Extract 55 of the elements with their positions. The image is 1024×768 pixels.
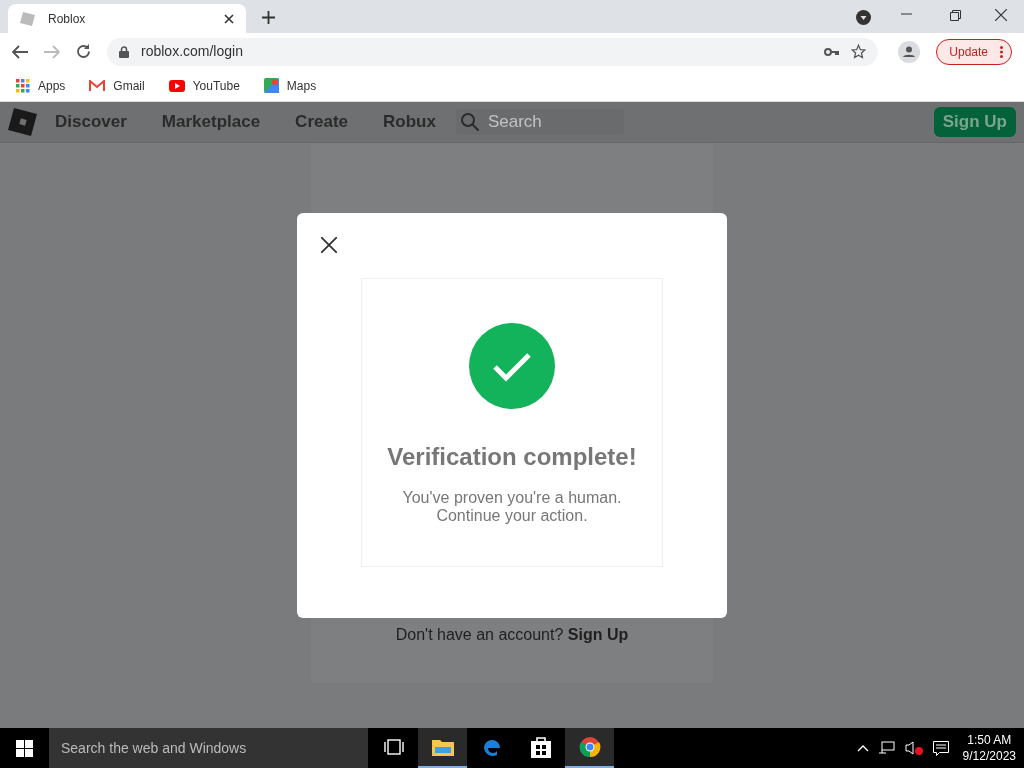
chevron-up-icon[interactable] (856, 744, 869, 752)
folder-icon (431, 738, 454, 756)
signup-prompt: Don't have an account? Sign Up (395, 625, 629, 645)
search-field[interactable]: Search (455, 109, 624, 135)
dropdown-icon[interactable] (856, 10, 871, 25)
close-icon[interactable] (321, 237, 337, 253)
nav-link[interactable]: Discover (55, 109, 127, 135)
bookmark[interactable]: Apps (12, 76, 70, 95)
apps-grid-icon (16, 78, 30, 93)
back-arrow-icon[interactable] (12, 44, 28, 59)
reload-icon[interactable] (76, 44, 91, 59)
nav-link[interactable]: Create (295, 109, 349, 135)
new-tab-icon[interactable] (262, 11, 275, 24)
star-icon[interactable] (851, 44, 867, 59)
nav-link[interactable]: Robux (383, 109, 436, 135)
browser-tab[interactable]: Roblox (8, 4, 246, 33)
check-circle-icon (469, 323, 555, 409)
bookmark[interactable]: YouTube (164, 76, 244, 95)
network-icon[interactable] (878, 741, 895, 755)
taskbar-search-field[interactable]: Search the web and Windows (49, 728, 368, 768)
roblox-favicon-icon (20, 10, 36, 27)
url-text: roblox.com/login (141, 42, 244, 61)
close-icon[interactable] (995, 9, 1007, 21)
notification-icon[interactable] (932, 740, 949, 756)
taskbar-app[interactable] (565, 728, 614, 768)
sign-up-button[interactable]: Sign Up (933, 107, 1016, 137)
profile-avatar-icon[interactable] (898, 40, 921, 63)
key-icon[interactable] (824, 47, 840, 56)
chrome-icon (578, 736, 601, 758)
close-icon[interactable] (224, 13, 234, 24)
verification-message: You've proven you're a human. (402, 489, 622, 507)
more-vertical-icon (1000, 45, 1003, 58)
bookmark[interactable]: Maps (259, 76, 321, 95)
muted-speaker-icon[interactable] (904, 741, 923, 755)
map-pin-icon (263, 78, 279, 93)
search-icon (459, 112, 480, 132)
windows-start-icon[interactable] (16, 739, 33, 757)
task-view-icon (383, 739, 404, 755)
bookmark[interactable]: Gmail (85, 76, 149, 95)
roblox-logo-icon[interactable] (8, 107, 38, 137)
shopping-bag-icon (530, 736, 551, 758)
lock-icon (119, 45, 129, 58)
tab-title: Roblox (48, 10, 87, 28)
taskbar-app[interactable] (418, 728, 467, 768)
clock-date: 9/12/2023 (962, 748, 1016, 764)
address-bar[interactable]: roblox.com/login (107, 37, 879, 66)
play-icon (168, 79, 185, 92)
mail-icon (89, 79, 106, 92)
clock-time: 1:50 AM (967, 732, 1012, 748)
update-button[interactable]: Update (936, 38, 1012, 65)
nav-link[interactable]: Marketplace (161, 109, 261, 135)
verification-message: Continue your action. (436, 507, 588, 525)
sign-up-link[interactable]: Sign Up (567, 626, 629, 643)
verification-title: Verification complete! (387, 442, 637, 472)
restore-icon[interactable] (950, 10, 961, 21)
